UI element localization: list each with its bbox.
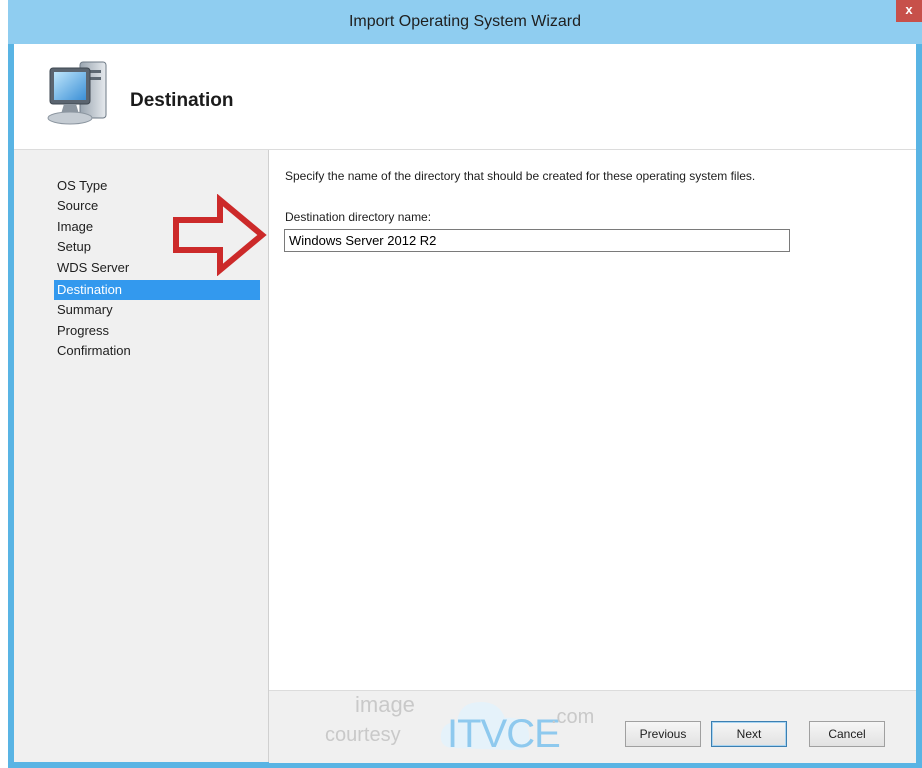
cancel-button[interactable]: Cancel <box>809 721 885 747</box>
watermark-brand: ITVCE <box>447 712 561 756</box>
watermark-suffix: .com <box>551 706 595 728</box>
step-os-type[interactable]: OS Type <box>54 176 260 196</box>
step-destination[interactable]: Destination <box>54 280 260 300</box>
computer-icon <box>47 61 107 125</box>
right-arrow-annotation-icon <box>173 194 267 276</box>
page-title: Destination <box>130 90 234 111</box>
watermark-line1: image <box>355 692 415 717</box>
close-button[interactable]: x <box>896 0 922 22</box>
instruction-text: Specify the name of the directory that s… <box>285 169 756 183</box>
wizard-header: Destination <box>14 44 916 150</box>
step-progress[interactable]: Progress <box>54 321 260 341</box>
step-summary[interactable]: Summary <box>54 300 260 320</box>
wizard-content: Specify the name of the directory that s… <box>269 150 916 690</box>
wizard-client: Destination OS Type Source Image Setup W… <box>14 44 916 763</box>
watermark: image courtesy ITVCE .com <box>325 688 635 768</box>
watermark-line2: courtesy <box>325 724 401 746</box>
next-button[interactable]: Next <box>711 721 787 747</box>
step-confirmation[interactable]: Confirmation <box>54 341 260 361</box>
destination-directory-input[interactable] <box>284 229 790 252</box>
close-icon: x <box>905 2 913 17</box>
wizard-window: Import Operating System Wizard x Destina… <box>8 0 922 768</box>
destination-directory-label: Destination directory name: <box>285 210 432 224</box>
title-bar[interactable]: Import Operating System Wizard x <box>8 0 922 44</box>
previous-button[interactable]: Previous <box>625 721 701 747</box>
window-title: Import Operating System Wizard <box>348 13 582 30</box>
